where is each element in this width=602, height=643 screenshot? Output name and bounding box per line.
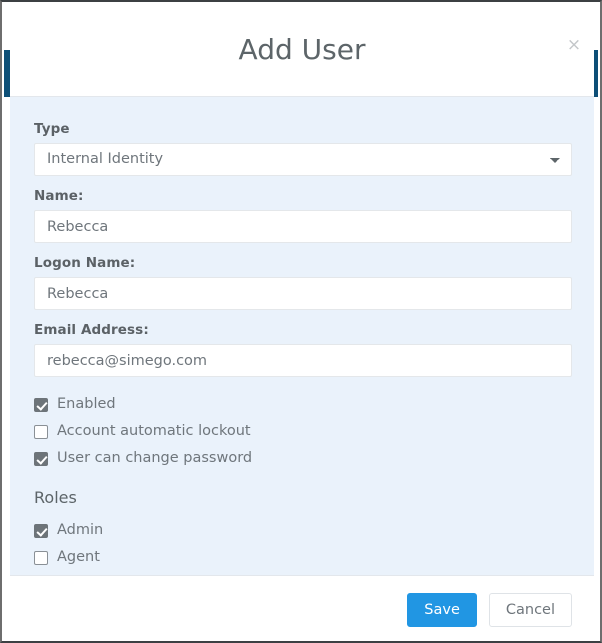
checkbox-row-enabled[interactable]: Enabled [34,391,572,418]
close-icon[interactable]: × [560,31,588,59]
screenshot-frame: Add User × Type Internal Identity Name: … [0,0,602,643]
modal-footer: Save Cancel [10,575,594,641]
checkbox-user-can-change-password[interactable] [34,451,48,466]
checkbox-row-admin[interactable]: Admin [34,517,572,544]
checkbox-label: Admin [57,522,104,539]
checkbox-row-account-automatic-lockout[interactable]: Account automatic lockout [34,418,572,445]
checkbox-row-user-can-change-password[interactable]: User can change password [34,445,572,472]
roles-checkbox-group: Admin Agent [34,517,572,571]
type-select[interactable]: Internal Identity [34,143,572,176]
roles-heading: Roles [34,488,77,507]
cancel-button[interactable]: Cancel [488,592,572,627]
page-title: Add User [238,33,366,66]
modal-header: Add User × [10,4,594,97]
checkbox-admin[interactable] [34,523,48,538]
checkbox-label: Account automatic lockout [57,423,251,440]
options-checkbox-group: Enabled Account automatic lockout User c… [34,391,572,472]
checkbox-account-automatic-lockout[interactable] [34,424,48,439]
save-button[interactable]: Save [407,592,477,627]
type-label: Type [34,121,70,137]
checkbox-enabled[interactable] [34,397,48,412]
checkbox-row-agent[interactable]: Agent [34,544,572,571]
modal-body: Type Internal Identity Name: Logon Name:… [10,97,594,575]
checkbox-label: Agent [57,549,100,566]
email-address-label: Email Address: [34,322,149,338]
checkbox-label: Enabled [57,396,116,413]
name-input[interactable] [34,210,572,243]
logon-name-label: Logon Name: [34,255,136,271]
add-user-modal: Add User × Type Internal Identity Name: … [10,4,594,641]
checkbox-label: User can change password [57,450,253,467]
checkbox-agent[interactable] [34,550,48,565]
email-field[interactable] [34,344,572,377]
logon-name-input[interactable] [34,277,572,310]
name-label: Name: [34,188,84,204]
